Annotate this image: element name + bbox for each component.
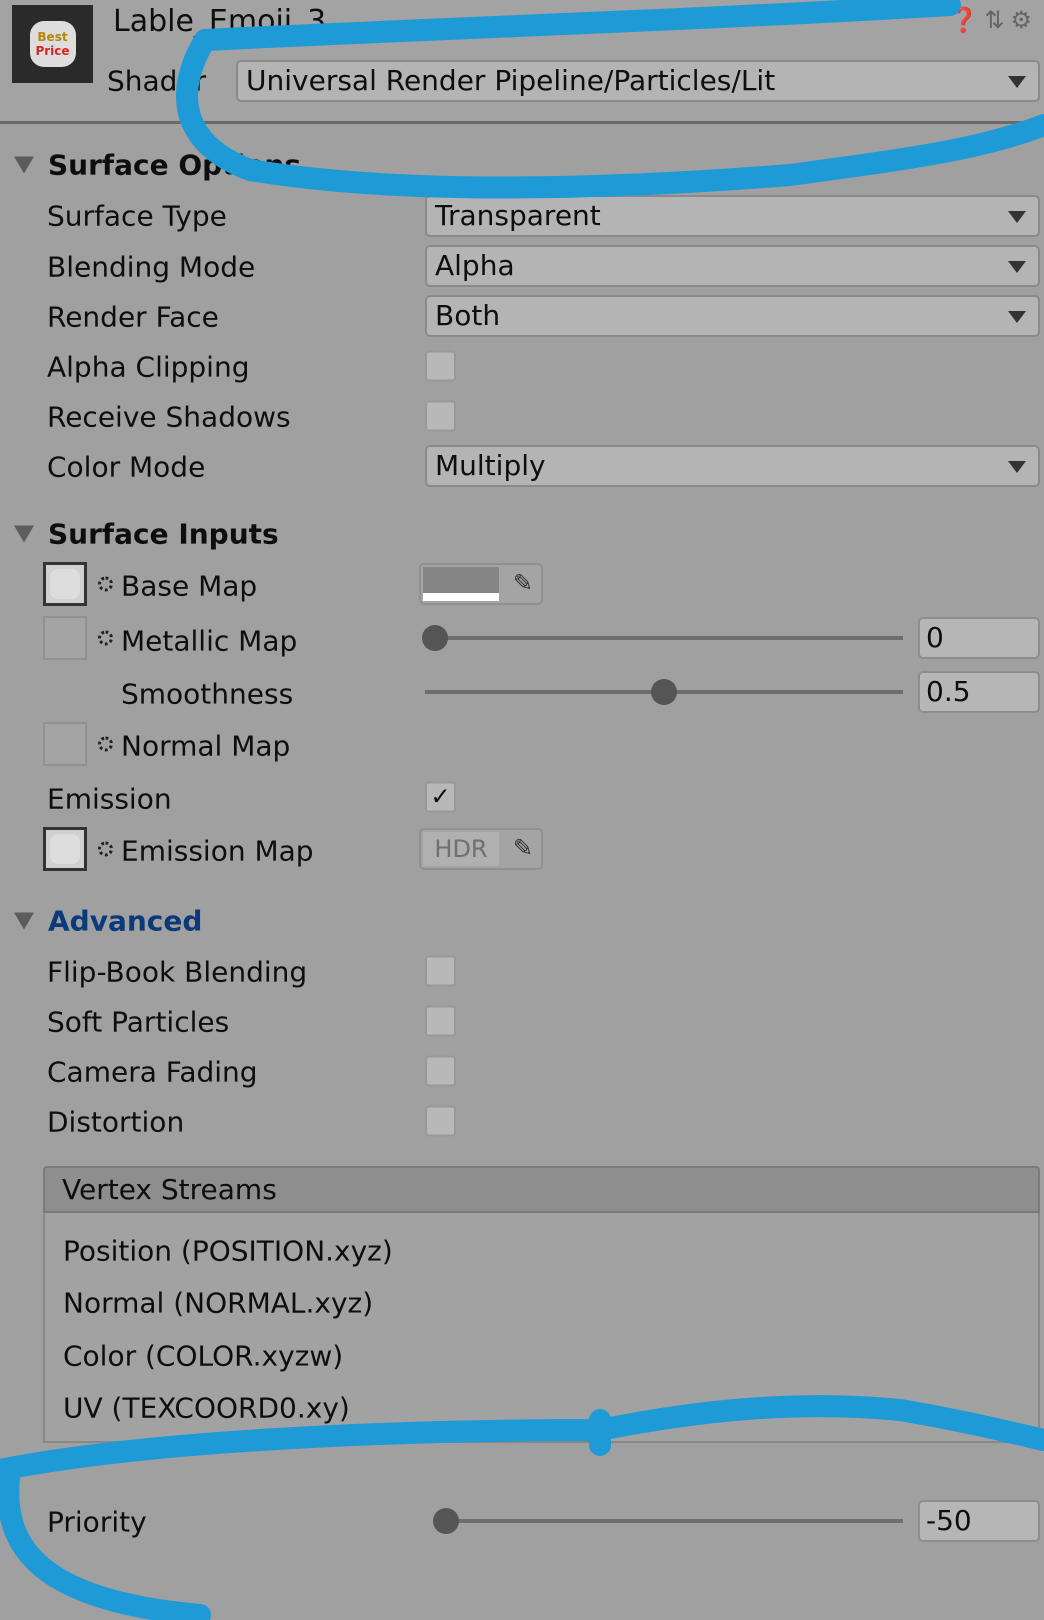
annotation-scribble — [0, 0, 1044, 1620]
annotation-stroke-top — [176, 0, 1044, 199]
annotation-stroke-bottom — [0, 1395, 1044, 1620]
